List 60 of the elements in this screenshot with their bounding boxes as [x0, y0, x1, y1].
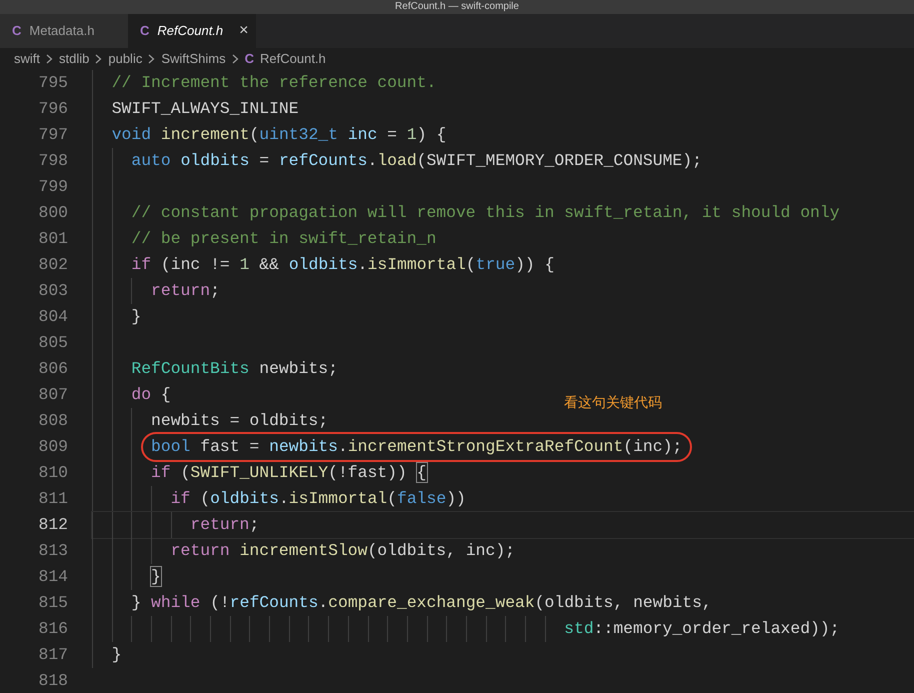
- line-number: 807: [37, 384, 69, 406]
- code-line: std::memory_order_relaxed));: [92, 616, 914, 642]
- line-number: 802: [37, 254, 69, 276]
- line-number: 817: [37, 644, 69, 666]
- line-number: 795: [37, 72, 69, 94]
- code-line: bool fast = newbits.incrementStrongExtraRefCount(inc);: [92, 434, 914, 460]
- code-line: SWIFT_ALWAYS_INLINE: [92, 96, 914, 122]
- line-number: 809: [37, 436, 69, 458]
- c-file-icon: C: [244, 49, 254, 69]
- line-number: 812: [37, 514, 69, 536]
- code-line: auto oldbits = refCounts.load(SWIFT_MEMORY_ORDER_CONSUME);: [92, 148, 914, 174]
- line-number: 797: [37, 124, 69, 146]
- editor-tab[interactable]: C Metadata.h: [0, 14, 128, 48]
- window-title: RefCount.h — swift-compile: [0, 0, 914, 14]
- line-number: 810: [37, 462, 69, 484]
- line-number: 816: [37, 618, 69, 640]
- code-line: }: [92, 642, 914, 668]
- line-number: 805: [37, 332, 69, 354]
- c-file-icon: C: [140, 21, 150, 41]
- chevron-icon: [46, 54, 53, 64]
- line-number: 818: [37, 670, 69, 692]
- code-line: // be present in swift_retain_n: [92, 226, 914, 252]
- chevron-icon: [95, 54, 102, 64]
- c-file-icon: C: [12, 21, 22, 41]
- line-number: 804: [37, 306, 69, 328]
- line-number: 811: [37, 488, 69, 510]
- chevron-icon: [232, 54, 239, 64]
- code-line: }: [92, 564, 914, 590]
- code-line: // constant propagation will remove this in swift_retain, it should only: [92, 200, 914, 226]
- line-number: 796: [37, 98, 69, 120]
- line-number: 813: [37, 540, 69, 562]
- code-line: // Increment the reference count.: [92, 70, 914, 96]
- breadcrumb-item[interactable]: swift: [14, 49, 40, 69]
- line-number: 806: [37, 358, 69, 380]
- breadcrumb-item[interactable]: stdlib: [59, 49, 90, 69]
- code-line: return;: [92, 278, 914, 304]
- code-line: if (inc != 1 && oldbits.isImmortal(true)) {: [92, 252, 914, 278]
- close-button[interactable]: ×: [239, 23, 248, 39]
- breadcrumb-item[interactable]: RefCount.h: [260, 49, 326, 69]
- code-line: if (oldbits.isImmortal(false)): [92, 486, 914, 512]
- breadcrumb-item[interactable]: SwiftShims: [161, 49, 226, 69]
- line-number: 800: [37, 202, 69, 224]
- code-line: return incrementSlow(oldbits, inc);: [92, 538, 914, 564]
- code-line: return;: [92, 512, 914, 538]
- chevron-icon: [148, 54, 156, 64]
- line-number: 801: [37, 228, 69, 250]
- line-number: 815: [37, 592, 69, 614]
- line-number: 798: [37, 150, 69, 172]
- line-number: 808: [37, 410, 69, 432]
- code-line: }: [92, 304, 914, 330]
- code-line: } while (!refCounts.compare_exchange_weak(oldbits, newbits,: [92, 590, 914, 616]
- editor-tab[interactable]: C RefCount.h ×: [128, 14, 256, 48]
- line-number: 799: [37, 176, 69, 198]
- code-line: if (SWIFT_UNLIKELY(!fast)) {: [92, 460, 914, 486]
- code-line: void increment(uint32_t inc = 1) {: [92, 122, 914, 148]
- annotation-note: 看这句关键代码: [564, 394, 662, 413]
- line-number: 803: [37, 280, 69, 302]
- breadcrumb-item[interactable]: public: [108, 49, 142, 69]
- line-number: 814: [37, 566, 69, 588]
- code-line: RefCountBits newbits;: [92, 356, 914, 382]
